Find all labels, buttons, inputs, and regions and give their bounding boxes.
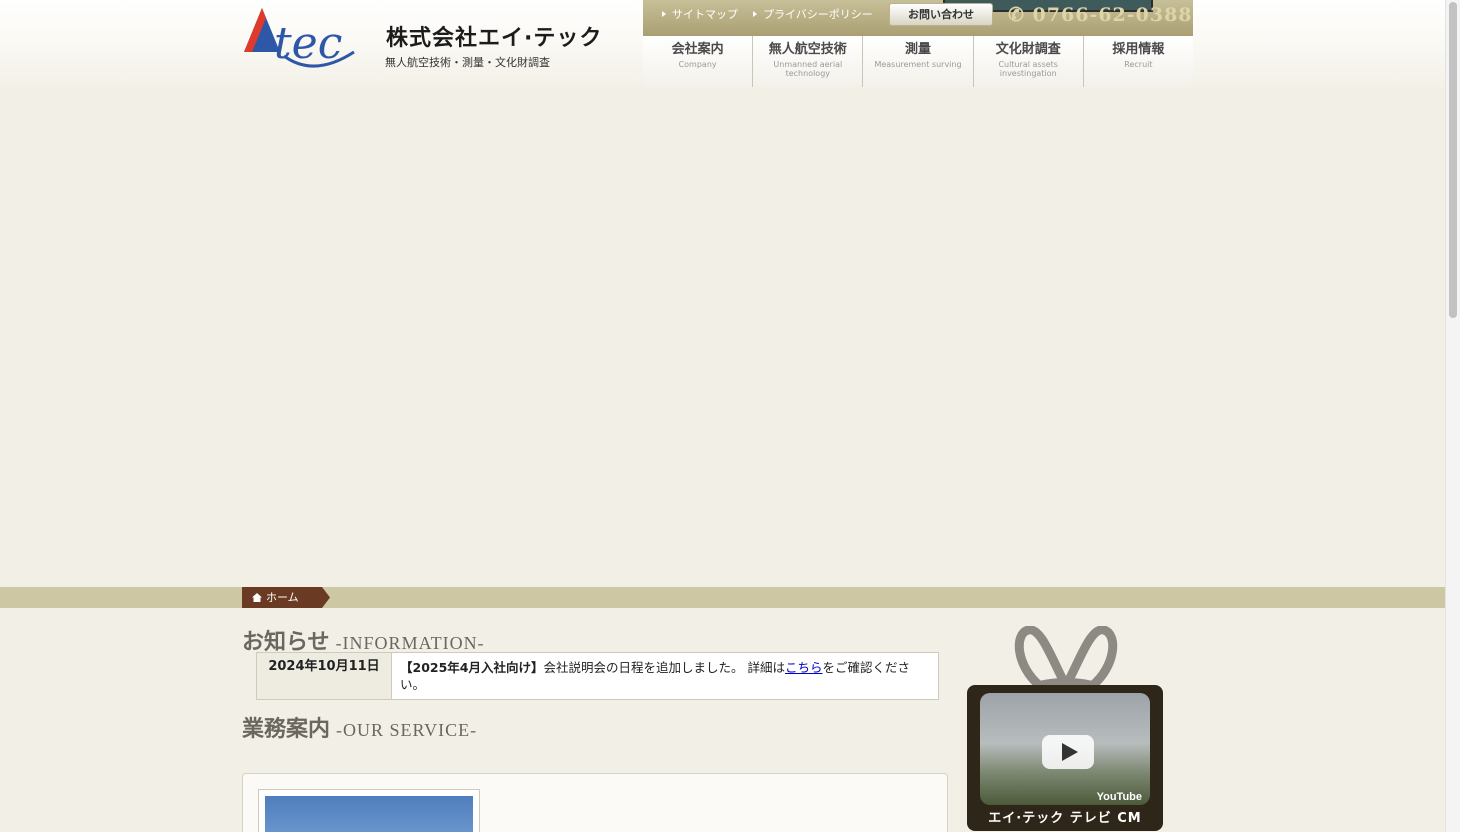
play-icon[interactable]	[1042, 735, 1094, 769]
atec-logo[interactable]: tec	[244, 6, 374, 72]
tv-antenna-icon	[1014, 626, 1118, 690]
tv-cm-banner[interactable]: YouTube エイ·テック テレビ CM	[966, 626, 1164, 832]
page-scrollbar[interactable]	[1445, 0, 1460, 832]
tv-body: YouTube エイ·テック テレビ CM	[967, 685, 1163, 831]
sitemap-link[interactable]: サイトマップ	[662, 6, 738, 22]
service-thumbnail[interactable]	[258, 789, 480, 832]
scrollbar-thumb[interactable]	[1449, 2, 1457, 318]
contact-button[interactable]: お問い合わせ	[889, 3, 993, 26]
nav-measurement[interactable]: 測量 Measurement surving	[863, 36, 974, 87]
service-image	[265, 796, 473, 832]
information-date: 2024年10月11日	[257, 653, 392, 699]
tv-screen: YouTube	[980, 693, 1150, 805]
breadcrumb-home[interactable]: ホーム	[242, 587, 330, 608]
home-icon	[252, 593, 262, 602]
company-tagline: 無人航空技術・測量・文化財調査	[385, 56, 550, 69]
information-text: 【2025年4月入社向け】会社説明会の日程を追加しました。 詳細はこちらをご確認…	[400, 660, 911, 692]
nav-recruit[interactable]: 採用情報 Recruit	[1083, 36, 1194, 87]
company-name: 株式会社エイ·テック	[386, 26, 603, 51]
breadcrumb-bar	[0, 587, 1445, 608]
privacy-policy-link[interactable]: プライバシーポリシー	[753, 6, 873, 22]
phone-number[interactable]: ✆ 0766-62-0388	[1008, 4, 1193, 26]
nav-unmanned-aerial[interactable]: 無人航空技術 Unmanned aerial technology	[753, 36, 864, 87]
phone-icon: ✆	[1008, 4, 1025, 26]
tv-cm-label: エイ·テック テレビ CM	[988, 811, 1142, 826]
service-heading: 業務案内 -OUR SERVICE-	[242, 716, 478, 742]
information-detail-link[interactable]: こちら	[785, 660, 823, 675]
arrow-right-icon	[662, 11, 666, 17]
information-row: 2024年10月11日 【2025年4月入社向け】会社説明会の日程を追加しました…	[256, 652, 939, 700]
nav-company[interactable]: 会社案内 Company	[643, 36, 754, 87]
nav-cultural-assets[interactable]: 文化財調査 Cultural assets investingation	[973, 36, 1084, 87]
youtube-label: YouTube	[1096, 791, 1142, 803]
arrow-right-icon	[753, 11, 757, 17]
main-nav: 会社案内 Company 無人航空技術 Unmanned aerial tech…	[643, 36, 1194, 87]
